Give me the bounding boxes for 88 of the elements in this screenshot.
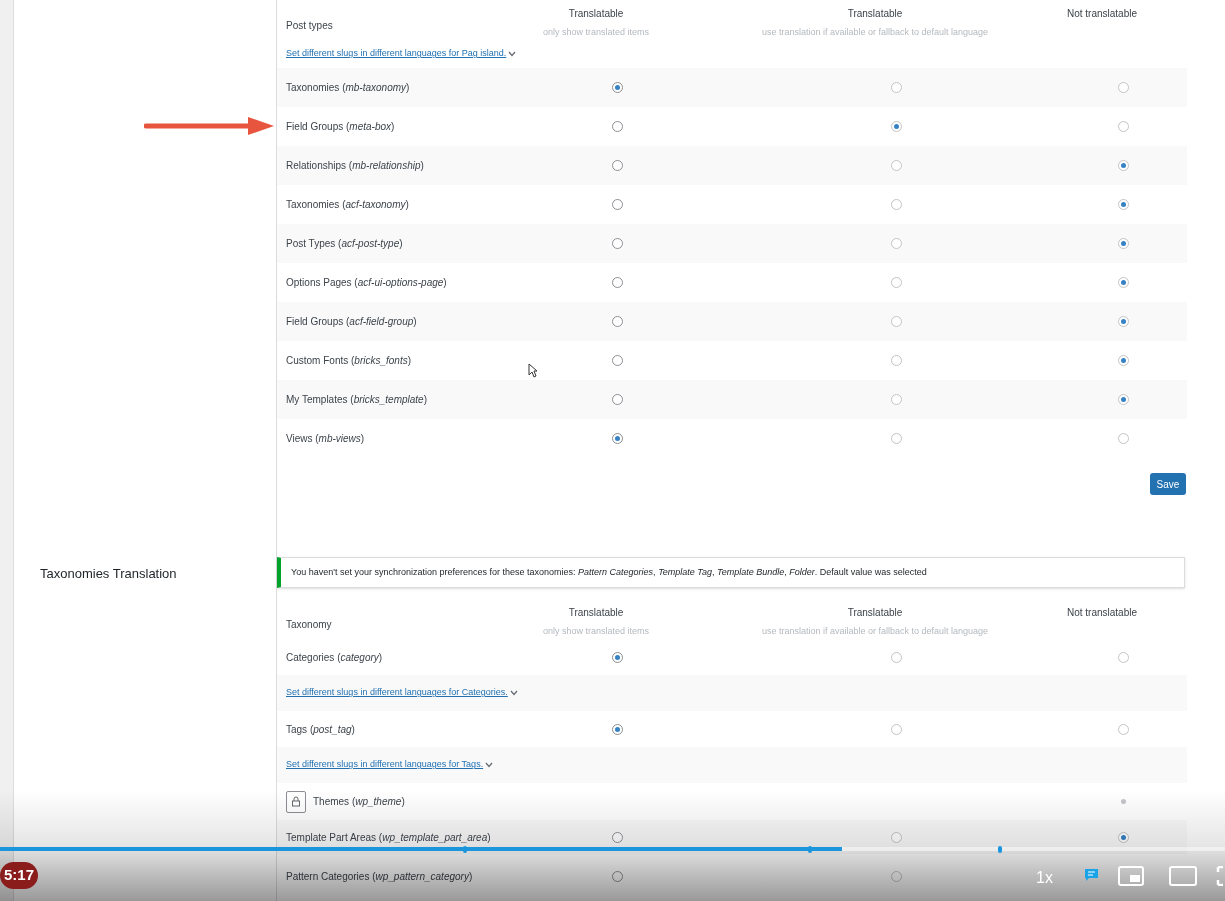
- radio-button[interactable]: [1117, 831, 1129, 843]
- row-label: Field Groups (meta-box): [286, 120, 395, 134]
- radio-button[interactable]: [611, 277, 623, 288]
- radio-button[interactable]: [611, 394, 623, 405]
- save-button[interactable]: Save: [1150, 473, 1186, 495]
- column-header: Not translatable: [1066, 606, 1137, 620]
- chevron-down-icon[interactable]: [508, 51, 517, 57]
- lock-icon: [286, 790, 306, 813]
- radio-button[interactable]: [890, 651, 902, 663]
- row-label: Relationships (mb-relationship): [286, 159, 424, 173]
- radio-button[interactable]: [611, 651, 623, 663]
- video-time: 5:17: [0, 862, 39, 889]
- theater-mode-icon[interactable]: [1169, 866, 1197, 886]
- row-label: Taxonomies (acf-taxonomy): [286, 198, 409, 212]
- radio-button[interactable]: [611, 316, 623, 327]
- chapter-marker: [463, 846, 467, 853]
- row-label: Template Part Areas (wp_template_part_area): [286, 830, 491, 845]
- chevron-down-icon[interactable]: [509, 690, 518, 696]
- column-note: use translation if available or fallback to default language: [761, 625, 989, 638]
- section-title: Taxonomies Translation: [40, 565, 177, 583]
- radio-button[interactable]: [611, 238, 623, 249]
- row-label: Views (mb-views): [286, 432, 365, 446]
- chapter-marker: [808, 846, 812, 853]
- radio-button[interactable]: [1117, 238, 1129, 249]
- picture-in-picture-icon[interactable]: [1118, 866, 1144, 886]
- chapter-marker: [998, 846, 1002, 853]
- slug-link[interactable]: Set different slugs in different languages for Pag island.: [286, 47, 507, 61]
- arrow-icon: [144, 115, 276, 137]
- radio-button[interactable]: [1117, 277, 1129, 288]
- radio-button[interactable]: [890, 277, 902, 288]
- fullscreen-icon[interactable]: [1216, 866, 1225, 886]
- notice-message: You haven't set your synchronization preferences for these taxonomies: Pattern Categories, Template Tag, Template Bundle, Folder. Default value was selected: [291, 565, 927, 579]
- radio-button[interactable]: [611, 723, 623, 735]
- radio-button[interactable]: [1117, 121, 1129, 132]
- row-label: Field Groups (acf-field-group): [286, 315, 417, 329]
- radio-button[interactable]: [890, 82, 902, 93]
- radio-button[interactable]: [890, 355, 902, 366]
- radio-button[interactable]: [611, 199, 623, 210]
- row-label: Categories (category): [286, 650, 383, 665]
- row-label: Custom Fonts (bricks_fonts): [286, 354, 412, 368]
- radio-button[interactable]: [611, 160, 623, 171]
- radio-button[interactable]: [890, 723, 902, 735]
- progress-bar[interactable]: [0, 847, 1225, 851]
- radio-button[interactable]: [1117, 651, 1129, 663]
- radio-button[interactable]: [1117, 394, 1129, 405]
- radio-button[interactable]: [1117, 199, 1129, 210]
- column-header: Translatable: [568, 7, 624, 21]
- radio-button[interactable]: [890, 121, 902, 132]
- row-label: My Templates (bricks_template): [286, 393, 427, 407]
- column-header: Taxonomy: [286, 618, 332, 632]
- row-label: Themes (wp_theme): [313, 795, 405, 809]
- slug-link[interactable]: Set different slugs in different languages for Categories.: [286, 686, 508, 700]
- radio-button[interactable]: [890, 394, 902, 405]
- column-header: Translatable: [847, 7, 903, 21]
- radio-button[interactable]: [611, 433, 623, 444]
- column-note: only show translated items: [542, 625, 650, 638]
- radio-button[interactable]: [890, 831, 902, 843]
- slug-link[interactable]: Set different slugs in different languages for Tags.: [286, 758, 484, 772]
- row-label: Post Types (acf-post-type): [286, 237, 403, 251]
- radio-button[interactable]: [1117, 433, 1129, 444]
- chevron-down-icon[interactable]: [485, 762, 494, 768]
- radio-button[interactable]: [1117, 82, 1129, 93]
- column-header: Translatable: [847, 606, 903, 620]
- radio-button[interactable]: [890, 870, 902, 882]
- radio-button[interactable]: [1117, 723, 1129, 735]
- radio-button[interactable]: [890, 199, 902, 210]
- radio-button[interactable]: [611, 355, 623, 366]
- radio-button[interactable]: [611, 82, 623, 93]
- column-note: only show translated items: [542, 26, 650, 39]
- radio-button[interactable]: [1117, 355, 1129, 366]
- radio-button[interactable]: [1117, 316, 1129, 327]
- radio-button[interactable]: [890, 160, 902, 171]
- column-header: Post types: [286, 19, 333, 33]
- column-header: Translatable: [568, 606, 624, 620]
- radio-button[interactable]: [890, 316, 902, 327]
- radio-button[interactable]: [611, 870, 623, 882]
- radio-button[interactable]: [611, 831, 623, 843]
- row-label: Options Pages (acf-ui-options-page): [286, 276, 447, 290]
- column-note: use translation if available or fallback to default language: [761, 26, 989, 39]
- column-header: Not translatable: [1066, 7, 1137, 21]
- radio-button[interactable]: [890, 433, 902, 444]
- radio-button[interactable]: [890, 238, 902, 249]
- radio-button[interactable]: [611, 121, 623, 132]
- radio-button[interactable]: [1117, 160, 1129, 171]
- row-label: Taxonomies (mb-taxonomy): [286, 81, 410, 95]
- row-label: Tags (post_tag): [286, 722, 355, 737]
- row-label: Pattern Categories (wp_pattern_category): [286, 869, 473, 884]
- captions-icon[interactable]: [1084, 868, 1099, 882]
